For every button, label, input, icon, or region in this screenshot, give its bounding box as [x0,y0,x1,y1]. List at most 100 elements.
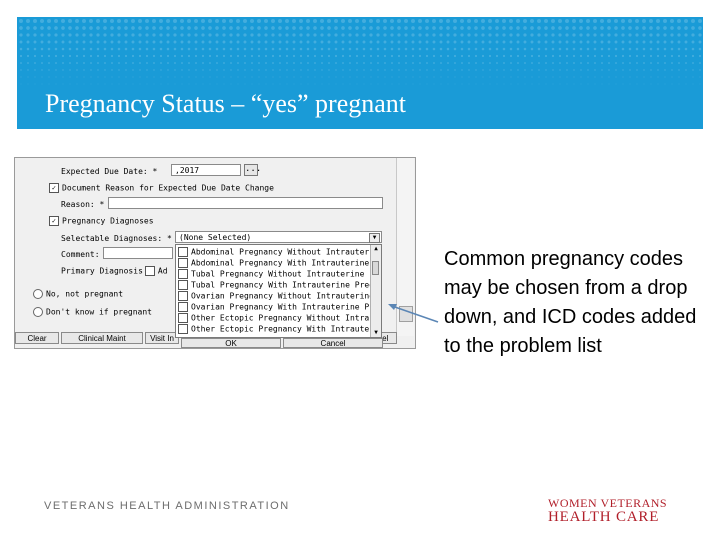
dropdown-item[interactable]: Ovarian Pregnancy With Intrauterine P: [178,302,374,312]
banner-dot [208,40,212,44]
banner-dot [425,54,429,58]
banner-dot [348,19,352,23]
dropdown-item[interactable]: Abdominal Pregnancy Without Intrauter: [178,247,374,257]
scroll-up-icon[interactable]: ▲ [372,245,380,253]
scroll-thumb[interactable] [372,261,379,275]
primary-trailing: Ad [157,266,168,276]
dropdown-item-checkbox[interactable] [178,269,188,279]
banner-dot [139,76,141,78]
scroll-down-icon[interactable]: ▼ [372,329,380,337]
banner-dot [82,26,86,30]
banner-dot [41,76,43,78]
banner-dot [300,83,302,85]
diagnoses-dropdown-list[interactable]: Abdominal Pregnancy Without Intrauter: Ab… [175,244,382,338]
banner-dot [663,19,667,23]
banner-dot [586,47,590,51]
selectable-diagnoses-select[interactable]: (None Selected) ▼ [175,231,382,243]
banner-dot [398,76,400,78]
dropdown-item[interactable]: Tubal Pregnancy With Intrauterine Preg [178,280,374,290]
due-date-input[interactable]: ,2017 [171,164,241,176]
dropdown-item[interactable]: Tubal Pregnancy Without Intrauterine P [178,269,374,279]
banner-dot [320,40,324,44]
banner-dot [264,54,268,58]
banner-dot [439,33,443,37]
dropdown-item-checkbox[interactable] [178,258,188,268]
preg-diag-checkbox[interactable]: ✓ [49,216,59,226]
banner-dot [62,76,64,78]
banner-dot [467,19,471,23]
dropdown-item[interactable]: Other Ectopic Pregnancy Without Intrau [178,313,374,323]
banner-dot [327,33,331,37]
visit-info-button[interactable]: Visit In [145,332,179,344]
banner-dot [132,83,134,85]
dropdown-scrollbar[interactable]: ▲ ▼ [370,245,381,337]
banner-dot [62,83,64,85]
primary-diagnosis-row[interactable]: Primary Diagnosis Ad [61,266,168,276]
banner-dot [671,76,673,78]
banner-dot [516,47,520,51]
reason-input[interactable] [108,197,383,209]
banner-dot [419,76,421,78]
banner-dot [475,83,477,85]
dropdown-item-checkbox[interactable] [178,313,188,323]
banner-dot [412,83,414,85]
banner-dot [531,69,533,71]
banner-dot [516,26,520,30]
banner-dot [68,40,72,44]
primary-checkbox[interactable] [144,266,155,276]
banner-dot [461,62,463,64]
banner-dot [216,62,218,64]
date-picker-button[interactable]: ... [244,164,261,176]
banner-dot [684,40,688,44]
comment-input[interactable] [103,247,173,259]
banner-dot [69,83,71,85]
doc-reason-row[interactable]: ✓ Document Reason for Expected Due Date C… [49,183,274,193]
banner-dot [208,54,212,58]
banner-dot [48,76,50,78]
banner-dot [145,40,149,44]
banner-dot [621,54,625,58]
banner-dot [209,83,211,85]
dropdown-item-checkbox[interactable] [178,291,188,301]
banner-dot [61,26,65,30]
banner-dot [208,33,212,37]
banner-dot [33,40,37,44]
banner-dot [523,54,527,58]
banner-dot [523,40,527,44]
dropdown-item-label: Abdominal Pregnancy Without Intrauter: [191,247,375,257]
dropdown-item-checkbox[interactable] [178,324,188,334]
dropdown-item-checkbox[interactable] [178,302,188,312]
banner-dot [559,83,561,85]
dropdown-item-checkbox[interactable] [178,247,188,257]
banner-dot [530,19,534,23]
banner-dot [544,26,548,30]
banner-dot [202,83,204,85]
banner-dot [516,40,520,44]
dropdown-item[interactable]: Other Ectopic Pregnancy With Intrauter [178,324,374,334]
chevron-down-icon[interactable]: ▼ [369,233,380,243]
banner-dot [47,26,51,30]
banner-dot [244,62,246,64]
banner-dot [314,62,316,64]
no-pregnant-radio[interactable] [33,289,43,299]
banner-dot [83,62,85,64]
dropdown-item-checkbox[interactable] [178,280,188,290]
ok-button[interactable]: OK [181,338,281,348]
clinical-maint-button[interactable]: Clinical Maint [61,332,143,344]
no-pregnant-row[interactable]: No, not pregnant [33,289,123,299]
dropdown-item[interactable]: Ovarian Pregnancy Without Intrauterine [178,291,374,301]
banner-dot [698,40,702,44]
preg-diag-row[interactable]: ✓ Pregnancy Diagnoses [49,216,154,226]
banner-dot [26,19,30,23]
banner-dot [524,69,526,71]
banner-dot [48,62,50,64]
banner-dot [271,40,275,44]
banner-dot [600,26,604,30]
doc-reason-checkbox[interactable]: ✓ [49,183,59,193]
clear-button[interactable]: Clear [15,332,59,344]
banner-dot [593,26,597,30]
cancel-button[interactable]: Cancel [283,338,383,348]
dont-know-radio[interactable] [33,307,43,317]
dropdown-item[interactable]: Abdominal Pregnancy With Intrauterine [178,258,369,268]
dont-know-row[interactable]: Don't know if pregnant [33,307,152,317]
